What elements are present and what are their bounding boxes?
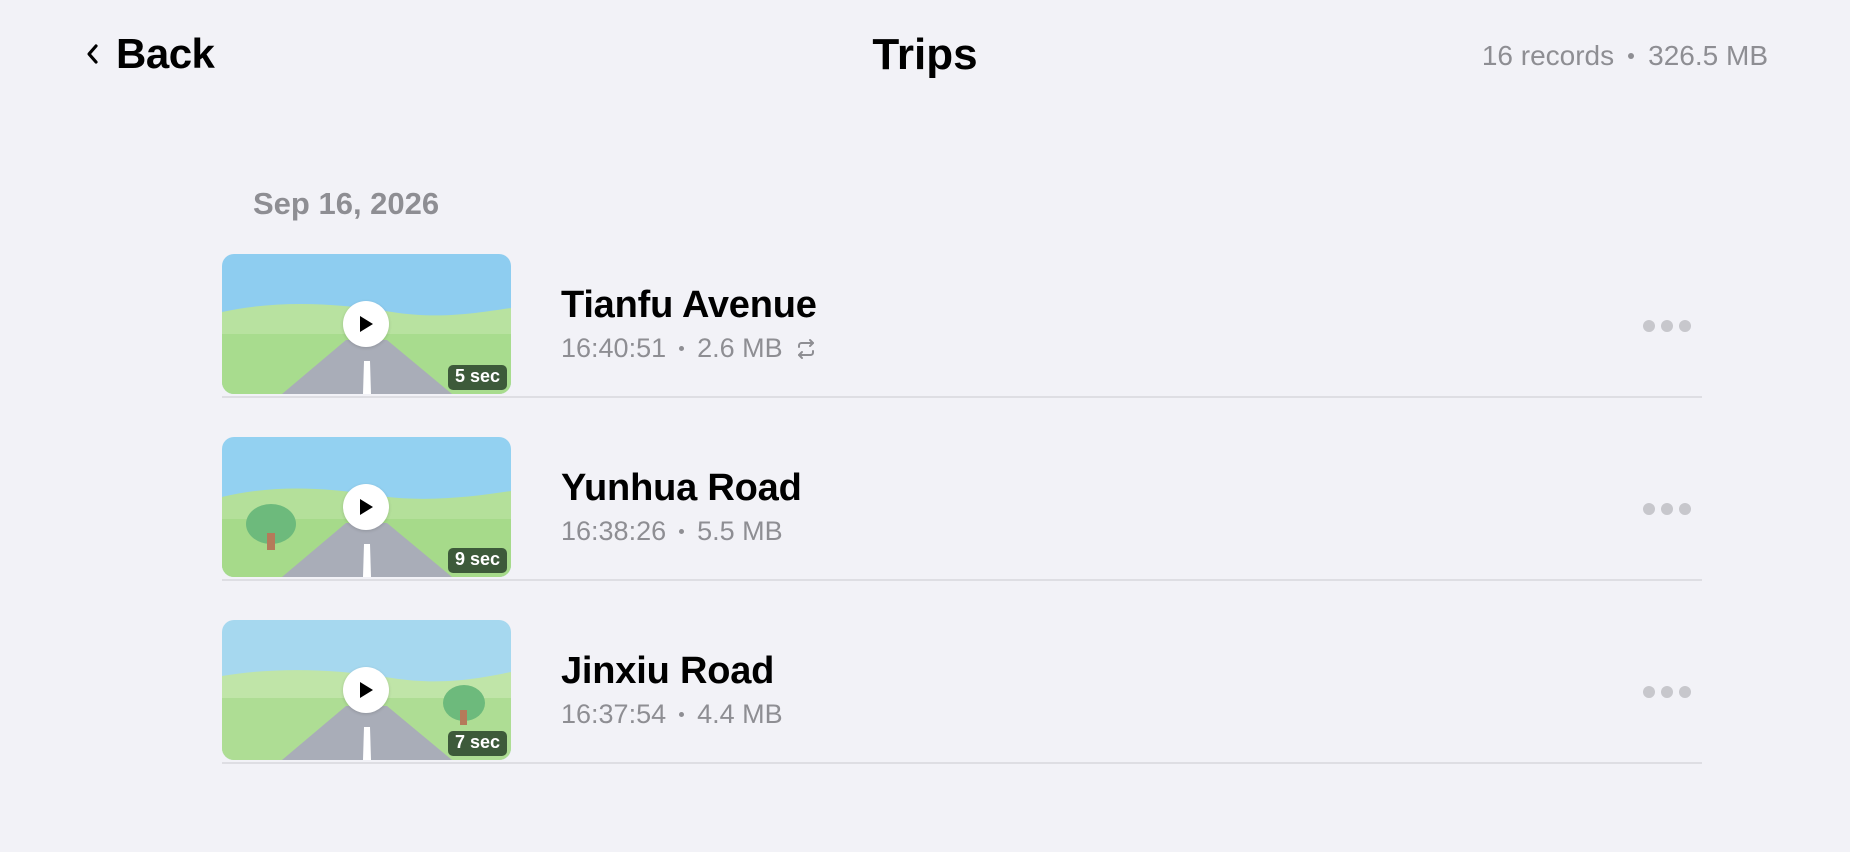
trip-name: Tianfu Avenue: [561, 284, 817, 326]
storage-summary: 16 records 326.5 MB: [1482, 40, 1768, 72]
total-size: 326.5 MB: [1648, 40, 1768, 71]
trip-time: 16:40:51: [561, 333, 667, 363]
more-options-button[interactable]: [1632, 306, 1702, 346]
row-divider: [222, 762, 1702, 764]
date-group-header: Sep 16, 2026: [253, 186, 440, 221]
duration-badge: 9 sec: [447, 548, 507, 573]
more-options-button[interactable]: [1632, 672, 1702, 712]
more-options-button[interactable]: [1632, 489, 1702, 529]
separator-dot: [679, 712, 685, 717]
trip-meta: 16:38:26 5.5 MB: [561, 516, 802, 547]
separator-dot: [679, 529, 685, 534]
trip-meta: 16:40:51 2.6 MB: [561, 333, 818, 364]
ellipsis-icon: [1643, 686, 1655, 698]
trip-time: 16:38:26: [561, 516, 667, 546]
list-item[interactable]: 7 sec Jinxiu Road 16:37:54 4.4 MB: [222, 620, 1702, 803]
trip-info: Jinxiu Road 16:37:54 4.4 MB: [561, 650, 783, 730]
row-divider: [222, 396, 1702, 398]
list-item[interactable]: 5 sec Tianfu Avenue 16:40:51 2.6 MB: [222, 254, 1702, 437]
play-icon: [343, 301, 389, 347]
video-thumbnail[interactable]: 9 sec: [222, 437, 511, 577]
row-divider: [222, 579, 1702, 581]
play-icon: [343, 484, 389, 530]
video-thumbnail[interactable]: 5 sec: [222, 254, 511, 394]
duration-badge: 5 sec: [447, 365, 507, 390]
trip-meta: 16:37:54 4.4 MB: [561, 699, 783, 730]
trip-name: Yunhua Road: [561, 467, 802, 509]
trip-list: 5 sec Tianfu Avenue 16:40:51 2.6 MB 9 se…: [222, 254, 1702, 803]
ellipsis-icon: [1643, 320, 1655, 332]
header-bar: Back Trips 16 records 326.5 MB: [0, 0, 1850, 112]
trip-size: 5.5 MB: [697, 516, 783, 546]
separator-dot: [679, 346, 685, 351]
record-count: 16 records: [1481, 40, 1615, 71]
list-item[interactable]: 9 sec Yunhua Road 16:38:26 5.5 MB: [222, 437, 1702, 620]
trip-size: 4.4 MB: [697, 699, 783, 729]
sync-icon: [797, 338, 814, 359]
trip-name: Jinxiu Road: [561, 650, 775, 692]
play-icon: [343, 667, 389, 713]
duration-badge: 7 sec: [447, 731, 507, 756]
trip-size: 2.6 MB: [697, 333, 783, 363]
trip-info: Yunhua Road 16:38:26 5.5 MB: [561, 467, 802, 547]
separator-dot: [1628, 53, 1635, 59]
trip-time: 16:37:54: [561, 699, 667, 729]
ellipsis-icon: [1643, 503, 1655, 515]
trip-info: Tianfu Avenue 16:40:51 2.6 MB: [561, 284, 818, 364]
video-thumbnail[interactable]: 7 sec: [222, 620, 511, 760]
